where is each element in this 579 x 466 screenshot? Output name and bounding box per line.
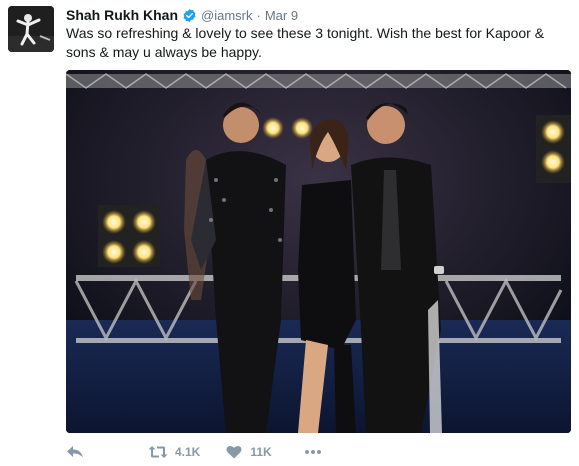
profile-photo-icon <box>8 6 54 52</box>
header-separator: · <box>256 7 261 23</box>
more-dots-icon <box>304 450 321 454</box>
reply-button[interactable] <box>66 445 84 459</box>
author-fullname[interactable]: Shah Rukh Khan <box>66 7 178 23</box>
tweet-text: Was so refreshing & lovely to see these … <box>66 25 545 60</box>
like-count: 11K <box>250 445 272 459</box>
tweet-actions: 4.1K 11K <box>66 441 322 463</box>
tweet-timestamp[interactable]: Mar 9 <box>265 8 298 23</box>
tweet-header: Shah Rukh Khan @iamsrk · Mar 9 <box>66 6 298 24</box>
stage-photo-icon <box>66 70 571 433</box>
like-button[interactable]: 11K <box>226 445 272 459</box>
avatar[interactable] <box>8 6 54 52</box>
verified-badge-icon <box>182 8 197 23</box>
more-button[interactable] <box>304 449 322 455</box>
reply-icon <box>67 446 83 458</box>
retweet-button[interactable]: 4.1K <box>148 445 200 459</box>
retweet-count: 4.1K <box>175 445 201 459</box>
author-username[interactable]: @iamsrk <box>201 8 252 23</box>
tweet-photo[interactable] <box>66 70 571 433</box>
retweet-icon <box>148 446 168 458</box>
tweet: Shah Rukh Khan @iamsrk · Mar 9 Was so re… <box>0 0 579 466</box>
heart-icon <box>226 445 242 459</box>
